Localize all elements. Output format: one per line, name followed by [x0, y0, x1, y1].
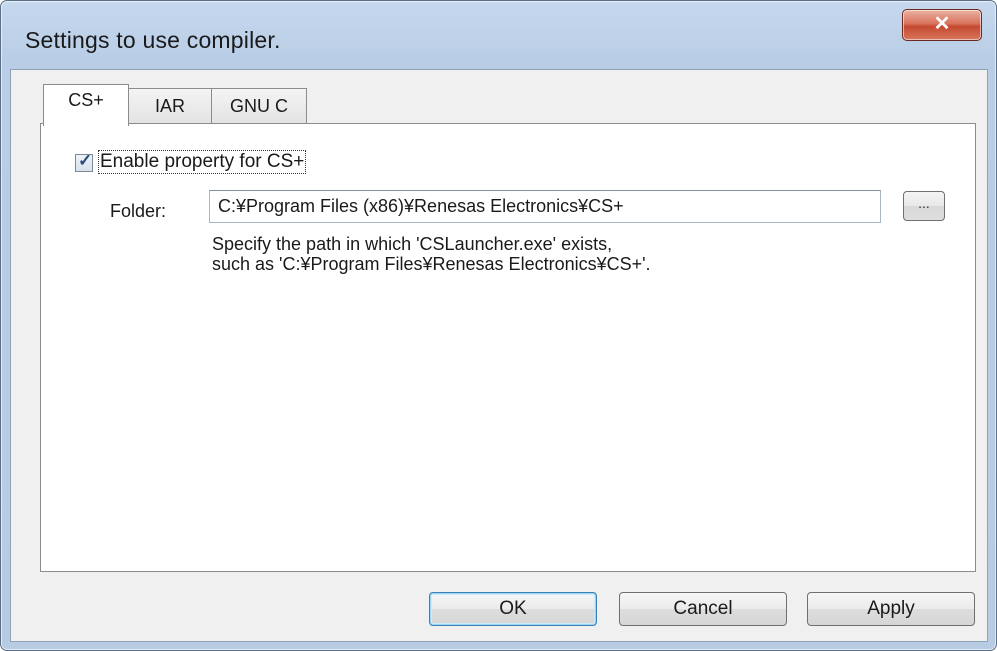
- tab-gnu-c[interactable]: GNU C: [211, 88, 307, 123]
- dialog-button-row: OK Cancel Apply: [11, 571, 987, 641]
- tab-panel-cs-plus: ✓ Enable property for CS+ Folder: ... Sp…: [40, 123, 976, 572]
- enable-property-checkbox[interactable]: ✓: [75, 151, 93, 172]
- enable-property-label[interactable]: Enable property for CS+: [98, 150, 307, 174]
- ok-button[interactable]: OK: [429, 592, 597, 626]
- close-icon: ✕: [933, 13, 951, 35]
- hint-line-1: Specify the path in which 'CSLauncher.ex…: [212, 234, 613, 254]
- apply-button[interactable]: Apply: [807, 592, 975, 626]
- close-button[interactable]: ✕: [902, 9, 982, 41]
- dialog-client-area: CS+ IAR GNU C ✓ Enable property for CS+ …: [10, 69, 988, 642]
- tab-cs-plus[interactable]: CS+: [43, 84, 129, 126]
- browse-folder-button[interactable]: ...: [903, 191, 945, 221]
- cancel-button[interactable]: Cancel: [619, 592, 787, 626]
- title-bar[interactable]: Settings to use compiler. ✕: [1, 1, 996, 69]
- checkmark-icon: ✓: [78, 151, 93, 170]
- folder-hint-text: Specify the path in which 'CSLauncher.ex…: [212, 234, 651, 274]
- window-title: Settings to use compiler.: [25, 27, 281, 53]
- hint-line-2: such as 'C:¥Program Files¥Renesas Electr…: [212, 254, 651, 274]
- tab-iar[interactable]: IAR: [127, 88, 213, 123]
- folder-label: Folder:: [110, 201, 167, 221]
- dialog-window: Settings to use compiler. ✕ CS+ IAR GNU …: [0, 0, 997, 651]
- folder-path-input[interactable]: [209, 190, 881, 223]
